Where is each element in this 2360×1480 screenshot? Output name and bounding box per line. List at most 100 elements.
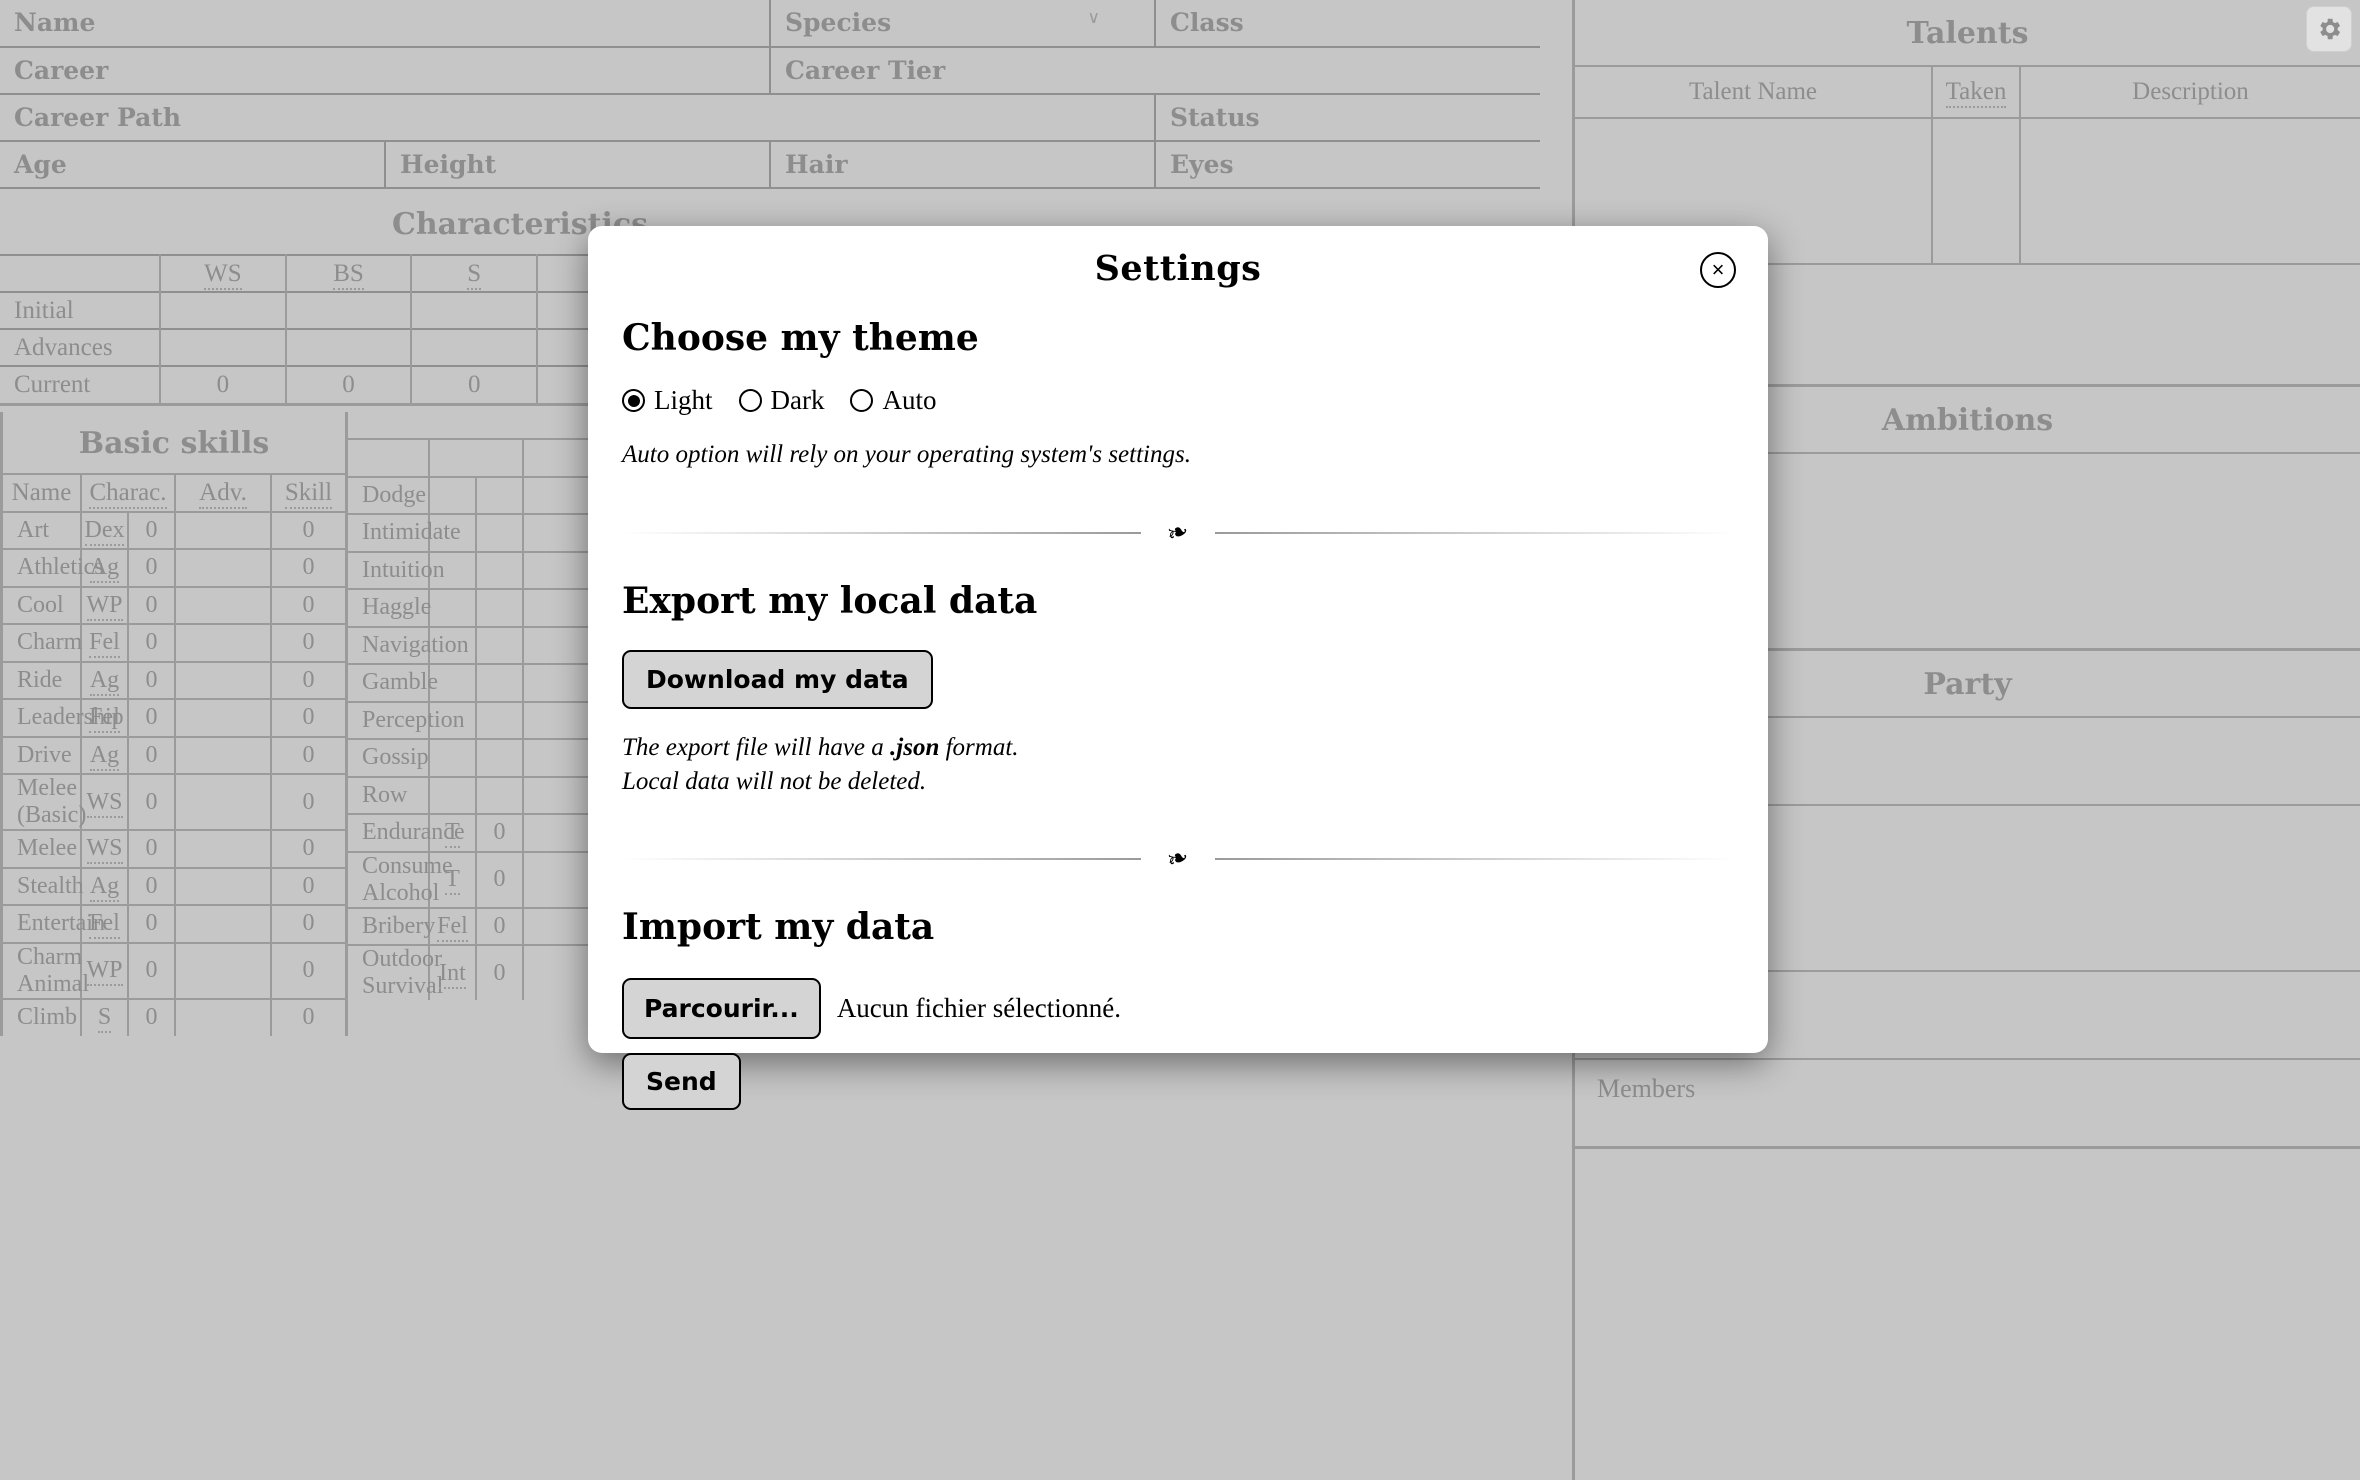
skill-adv-cell[interactable]	[175, 774, 271, 830]
radio-button-dark[interactable]	[739, 389, 762, 412]
identity-cell-eyes[interactable]: Eyes	[1155, 141, 1540, 188]
col-name: Name	[3, 474, 81, 512]
skill-charac-cell[interactable]: WS	[81, 774, 128, 830]
theme-radio-group[interactable]: Light Dark Auto	[622, 385, 1734, 416]
identity-cell-status[interactable]: Status	[1155, 94, 1540, 141]
theme-option-light[interactable]: Light	[622, 385, 713, 416]
skill-adv-cell[interactable]	[175, 830, 271, 868]
skill-charac-label: Fel	[89, 910, 120, 939]
identity-cell-age[interactable]: Age	[0, 141, 385, 188]
skill-adv-cell[interactable]	[175, 624, 271, 662]
col-skill: Skill	[271, 474, 345, 512]
skill-adv-cell[interactable]	[175, 699, 271, 737]
skill-charac-cell[interactable]	[429, 477, 476, 515]
characteristic-cell[interactable]	[411, 329, 537, 366]
skill-name-cell: Stealth	[3, 868, 81, 906]
file-status-label: Aucun fichier sélectionné.	[837, 993, 1121, 1024]
skill-name-cell: Ride	[3, 662, 81, 700]
skill-charac-label: Ag	[90, 742, 119, 771]
skill-adv-cell[interactable]	[175, 999, 271, 1037]
characteristic-cell[interactable]	[411, 292, 537, 329]
identity-label-age: Age	[14, 150, 67, 179]
skill-adv-cell[interactable]	[175, 737, 271, 775]
divider-line-left-2	[622, 858, 1141, 860]
identity-label-career: Career	[14, 56, 108, 85]
skill-name-cell: Intuition	[348, 552, 429, 590]
radio-button-auto[interactable]	[850, 389, 873, 412]
skill-charac-cell[interactable]	[429, 589, 476, 627]
table-row: AthleticsAg00	[3, 549, 345, 587]
characteristic-cell[interactable]: 0	[411, 366, 537, 403]
skill-charac-label: T	[445, 866, 460, 895]
talent-taken-cell[interactable]	[1932, 118, 2020, 264]
skill-charac-cell[interactable]: S	[81, 999, 128, 1037]
chevron-down-icon[interactable]: ∨	[1088, 8, 1100, 28]
skill-charac-value	[476, 739, 523, 777]
skill-charac-cell[interactable]: Ag	[81, 737, 128, 775]
col-adv-label: Adv.	[199, 479, 247, 509]
theme-option-label: Dark	[771, 385, 825, 416]
identity-cell-height[interactable]: Height	[385, 141, 770, 188]
characteristic-cell[interactable]: 0	[286, 366, 412, 403]
skill-charac-cell[interactable]: Ag	[81, 662, 128, 700]
theme-option-label: Light	[654, 385, 713, 416]
skill-name-cell: Endurance	[348, 814, 429, 852]
browse-file-button[interactable]: Parcourir...	[622, 978, 821, 1039]
characteristic-row-label: Current	[0, 366, 160, 403]
identity-cell-career-tier[interactable]: Career Tier	[770, 47, 1540, 94]
identity-cell-class[interactable]: Class	[1155, 0, 1540, 47]
skill-name-cell: Gossip	[348, 739, 429, 777]
skill-adv-cell[interactable]	[175, 549, 271, 587]
skill-name-cell: Intimidate	[348, 514, 429, 552]
skill-adv-cell[interactable]	[175, 905, 271, 943]
skill-name-cell: Outdoor Survival	[348, 945, 429, 1000]
skill-adv-cell[interactable]	[175, 943, 271, 999]
characteristic-cell[interactable]	[286, 292, 412, 329]
skill-adv-cell[interactable]	[175, 662, 271, 700]
skill-charac-label: Fel	[437, 913, 468, 942]
skill-charac-value: 0	[128, 830, 175, 868]
col-charac-2	[429, 439, 523, 477]
radio-button-light[interactable]	[622, 389, 645, 412]
send-button[interactable]: Send	[622, 1053, 741, 1110]
skill-adv-cell[interactable]	[175, 868, 271, 906]
skill-charac-cell[interactable]: Fel	[429, 908, 476, 946]
skill-charac-cell[interactable]: Ag	[81, 868, 128, 906]
skill-charac-cell[interactable]: WP	[81, 587, 128, 625]
skill-adv-cell[interactable]	[175, 587, 271, 625]
table-row: EntertainFel00	[3, 905, 345, 943]
characteristic-cell[interactable]: 0	[160, 366, 286, 403]
skill-charac-cell[interactable]	[429, 739, 476, 777]
talent-description-cell[interactable]	[2020, 118, 2360, 264]
identity-cell-career-path[interactable]: Career Path	[0, 94, 1155, 141]
identity-label-hair: Hair	[785, 150, 848, 179]
characteristic-cell[interactable]	[160, 329, 286, 366]
table-row: LeadershipFel00	[3, 699, 345, 737]
characteristics-corner	[0, 255, 160, 292]
skill-name-cell: Charm Animal	[3, 943, 81, 999]
download-my-data-button[interactable]: Download my data	[622, 650, 933, 709]
characteristic-cell[interactable]	[160, 292, 286, 329]
divider-line-left	[622, 532, 1141, 534]
skill-name-cell: Perception	[348, 702, 429, 740]
skill-charac-cell[interactable]: Fel	[81, 624, 128, 662]
identity-cell-career[interactable]: Career	[0, 47, 770, 94]
skill-charac-cell[interactable]	[429, 777, 476, 815]
skill-charac-cell[interactable]: Dex	[81, 512, 128, 550]
identity-cell-name[interactable]: Name	[0, 0, 770, 47]
close-icon[interactable]: ×	[1700, 252, 1736, 288]
skill-adv-cell[interactable]	[175, 512, 271, 550]
settings-gear-button[interactable]	[2306, 6, 2352, 52]
theme-heading: Choose my theme	[622, 317, 1734, 359]
skill-name-cell: Bribery	[348, 908, 429, 946]
col-charac: Charac.	[81, 474, 175, 512]
identity-cell-species[interactable]: Species ∨	[770, 0, 1155, 47]
skill-charac-cell[interactable]: WS	[81, 830, 128, 868]
skill-name-cell: Entertain	[3, 905, 81, 943]
characteristic-cell[interactable]	[286, 329, 412, 366]
theme-option-dark[interactable]: Dark	[739, 385, 825, 416]
identity-cell-hair[interactable]: Hair	[770, 141, 1155, 188]
theme-option-auto[interactable]: Auto	[850, 385, 936, 416]
skill-total-cell: 0	[271, 774, 345, 830]
skill-charac-label: Ag	[90, 873, 119, 902]
